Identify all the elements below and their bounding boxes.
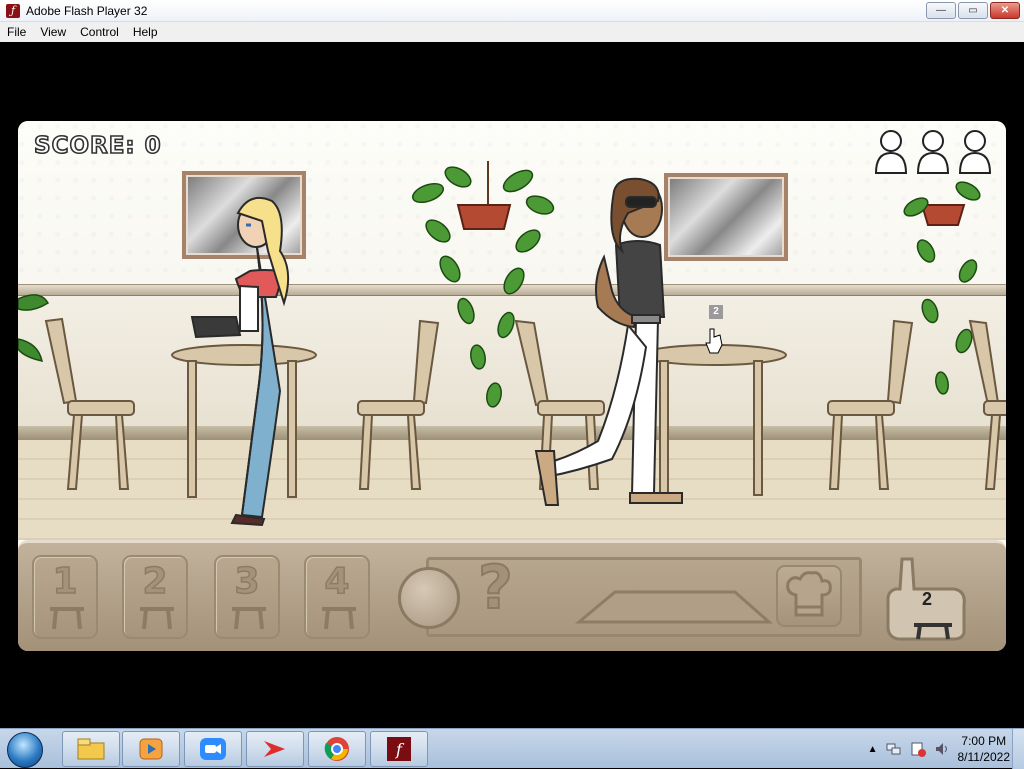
restaurant-scene xyxy=(18,161,1006,527)
table-icon xyxy=(232,607,266,630)
menu-view[interactable]: View xyxy=(33,25,73,39)
taskbar-chrome[interactable] xyxy=(308,731,366,767)
maximize-button[interactable]: ▭ xyxy=(958,2,988,19)
minimize-button[interactable]: — xyxy=(926,2,956,19)
control-panel: 1 2 3 4 ? 2 xyxy=(18,540,1006,651)
table-icon xyxy=(140,607,174,630)
table-2-button[interactable]: 2 xyxy=(122,555,188,639)
menu-file[interactable]: File xyxy=(0,25,33,39)
close-button[interactable]: ✕ xyxy=(990,2,1020,19)
hanging-plant-right-icon xyxy=(903,181,981,395)
clock-time: 7:00 PM xyxy=(961,734,1007,748)
taskbar-file-explorer[interactable] xyxy=(62,731,120,767)
chef-hat-button[interactable] xyxy=(776,565,842,627)
system-tray: ▲ 7:00 PM 8/11/2022 xyxy=(868,733,1010,765)
score-label: SCORE: 0 xyxy=(33,132,162,160)
table-number-marker: 2 xyxy=(709,305,723,319)
action-center-icon[interactable] xyxy=(910,741,926,757)
media-player-icon xyxy=(139,738,163,760)
tray-expand-icon[interactable]: ▲ xyxy=(868,744,878,755)
table-icon xyxy=(322,607,356,630)
window-titlebar: ƒ Adobe Flash Player 32 — ▭ ✕ xyxy=(0,0,1024,22)
taskbar-flash-player[interactable]: f xyxy=(370,731,428,767)
clock-date: 8/11/2022 xyxy=(957,750,1011,764)
window-title: Adobe Flash Player 32 xyxy=(26,3,148,18)
left-plant-icon xyxy=(18,294,50,362)
hand-table-number: 2 xyxy=(922,589,933,609)
acrobat-icon xyxy=(264,741,285,757)
customer-silhouette-icon xyxy=(874,130,908,174)
file-explorer-icon xyxy=(77,738,105,760)
start-button[interactable] xyxy=(7,732,43,768)
table-icon xyxy=(50,607,84,630)
table-number-label: 2 xyxy=(713,306,719,317)
show-desktop-button[interactable] xyxy=(1012,729,1024,769)
chrome-icon xyxy=(324,737,349,761)
menu-bar: File View Control Help xyxy=(0,22,1024,42)
table-3-button[interactable]: 3 xyxy=(214,555,280,639)
system-clock[interactable]: 7:00 PM 8/11/2022 xyxy=(958,733,1011,765)
flash-app-icon: ƒ xyxy=(6,3,20,18)
taskbar-acrobat[interactable] xyxy=(246,731,304,767)
current-table-indicator: 2 xyxy=(884,555,974,643)
flash-player-icon: f xyxy=(387,737,411,761)
table-1-button[interactable]: 1 xyxy=(32,555,98,639)
chef-hat-icon xyxy=(786,571,832,617)
menu-control[interactable]: Control xyxy=(73,25,126,39)
volume-icon[interactable] xyxy=(934,741,950,757)
window-controls: — ▭ ✕ xyxy=(926,2,1020,19)
taskbar-zoom[interactable] xyxy=(184,731,242,767)
furniture xyxy=(44,317,1006,498)
zoom-icon xyxy=(200,738,226,760)
network-icon[interactable] xyxy=(886,741,902,757)
taskbar-media-player[interactable] xyxy=(122,731,180,767)
menu-help[interactable]: Help xyxy=(126,25,165,39)
hand-cursor-icon xyxy=(705,328,723,354)
customer-silhouette-icon xyxy=(958,130,992,174)
windows-taskbar: f ▲ 7:00 PM 8/11/2022 xyxy=(0,728,1024,769)
table-4-button[interactable]: 4 xyxy=(304,555,370,639)
customer-silhouette-icon xyxy=(916,130,950,174)
order-question-mark: ? xyxy=(477,552,514,624)
waiting-customers xyxy=(874,129,992,175)
order-plate-button[interactable] xyxy=(398,567,460,629)
